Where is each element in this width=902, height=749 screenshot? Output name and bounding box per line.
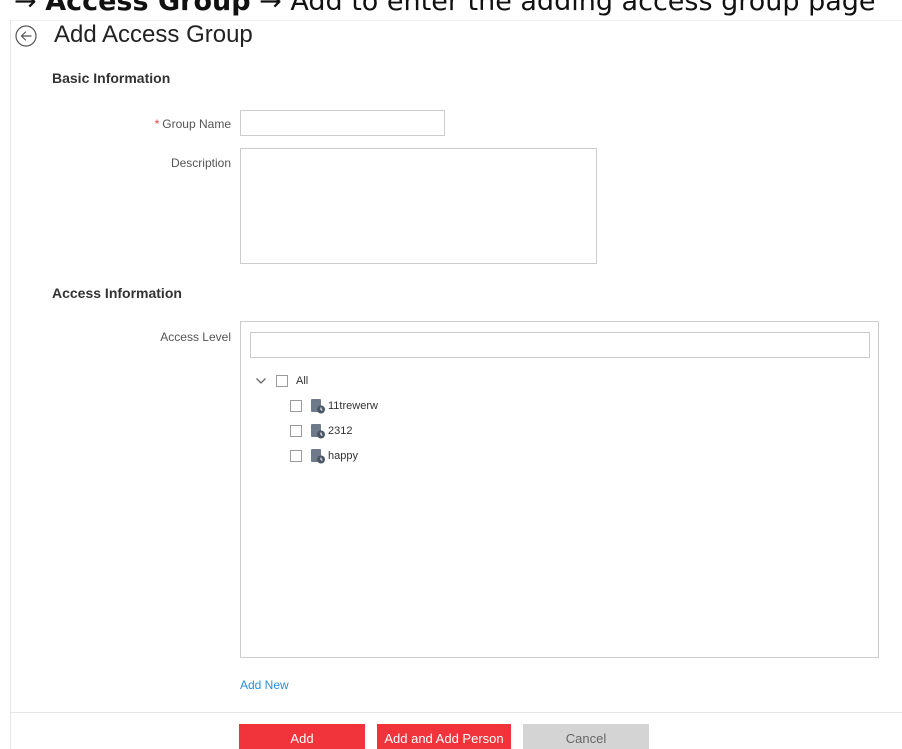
cropped-caption: → Access Group → Add to enter the adding…: [0, 0, 902, 16]
tree-item: happy: [290, 446, 358, 466]
page-title: Add Access Group: [54, 21, 253, 48]
basic-information-heading: Basic Information: [52, 70, 171, 86]
access-information-heading: Access Information: [52, 285, 182, 301]
caption-bold-text: Access Group: [45, 0, 251, 16]
access-level-label: Access Level: [160, 330, 231, 344]
tree-root-label: All: [296, 375, 309, 387]
add-and-add-person-button[interactable]: Add and Add Person: [377, 724, 511, 749]
add-new-link[interactable]: Add New: [240, 678, 289, 692]
access-level-icon: [311, 399, 325, 414]
access-level-panel: All 11trewerw 2312 happy: [240, 321, 879, 658]
group-name-label-text: Group Name: [162, 117, 231, 131]
tree-item-checkbox[interactable]: [290, 400, 302, 412]
tree-root-checkbox[interactable]: [276, 375, 288, 387]
group-name-input[interactable]: [240, 110, 445, 136]
cancel-button[interactable]: Cancel: [523, 724, 649, 749]
description-textarea[interactable]: [240, 148, 597, 264]
required-mark: *: [154, 117, 160, 131]
back-arrow-circle-icon[interactable]: [14, 24, 38, 48]
tree-item-label: 2312: [328, 425, 353, 437]
tree-item-checkbox[interactable]: [290, 450, 302, 462]
footer-divider: [11, 712, 902, 713]
tree-item-label: 11trewerw: [328, 400, 378, 412]
tree-item: 11trewerw: [290, 396, 378, 416]
group-name-label: * Group Name: [71, 117, 231, 131]
tree-item: 2312: [290, 421, 352, 441]
tree-item-checkbox[interactable]: [290, 425, 302, 437]
access-level-icon: [311, 424, 325, 439]
add-button[interactable]: Add: [239, 724, 365, 749]
access-level-icon: [311, 449, 325, 464]
tree-item-label: happy: [328, 450, 358, 462]
tree-root-all: All: [254, 371, 308, 391]
chevron-down-icon[interactable]: [254, 374, 268, 388]
description-label: Description: [170, 156, 231, 170]
caption-rest-text: → Add to enter the adding access group p…: [250, 0, 876, 16]
access-level-search-input[interactable]: [250, 332, 870, 358]
